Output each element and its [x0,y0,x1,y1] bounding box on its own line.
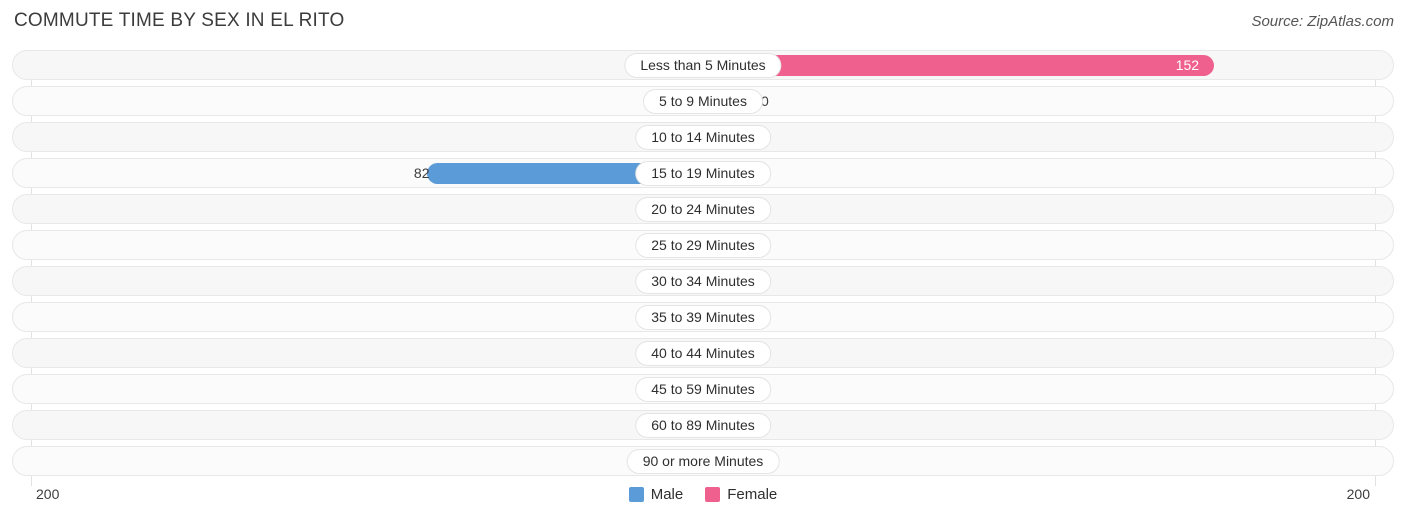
chart-row: 0025 to 29 Minutes [0,230,1406,260]
legend-label-male: Male [650,486,684,503]
legend-item-male[interactable]: Male [628,486,684,503]
chart-row: 0020 to 24 Minutes [0,194,1406,224]
page-title: COMMUTE TIME BY SEX IN EL RITO [14,10,345,31]
category-label: 5 to 9 Minutes [643,89,763,114]
legend-swatch-female [705,487,721,502]
legend-item-female[interactable]: Female [705,486,777,503]
category-label: 35 to 39 Minutes [635,305,771,330]
category-label: 30 to 34 Minutes [635,269,771,294]
chart-row: 82015 to 19 Minutes [0,158,1406,188]
legend-label-female: Female [727,486,778,503]
category-label: 15 to 19 Minutes [635,161,771,186]
chart-row: 0040 to 44 Minutes [0,338,1406,368]
chart-legend: Male Female [0,486,1406,503]
chart-row: 0060 to 89 Minutes [0,410,1406,440]
category-label: 60 to 89 Minutes [635,413,771,438]
chart-page: COMMUTE TIME BY SEX IN EL RITO Source: Z… [0,0,1406,523]
chart-row: 0035 to 39 Minutes [0,302,1406,332]
value-label-female: 152 [1175,57,1200,73]
category-label: 40 to 44 Minutes [635,341,771,366]
category-label: 45 to 59 Minutes [635,377,771,402]
category-label: 90 or more Minutes [626,449,780,474]
category-label: 25 to 29 Minutes [635,233,771,258]
chart-row: 0090 or more Minutes [0,446,1406,476]
chart-row: 0030 to 34 Minutes [0,266,1406,296]
chart-row: 0010 to 14 Minutes [0,122,1406,152]
category-label: 20 to 24 Minutes [635,197,771,222]
value-label-male: 82 [413,165,430,181]
category-label: 10 to 14 Minutes [635,125,771,150]
category-label: Less than 5 Minutes [624,53,782,78]
source-attribution: Source: ZipAtlas.com [1251,13,1394,30]
chart-row: 0045 to 59 Minutes [0,374,1406,404]
chart-row: 005 to 9 Minutes [0,86,1406,116]
legend-swatch-male [628,487,644,502]
chart-row: 0152Less than 5 Minutes [0,50,1406,80]
chart-plot-area: 0152Less than 5 Minutes005 to 9 Minutes0… [0,50,1406,486]
